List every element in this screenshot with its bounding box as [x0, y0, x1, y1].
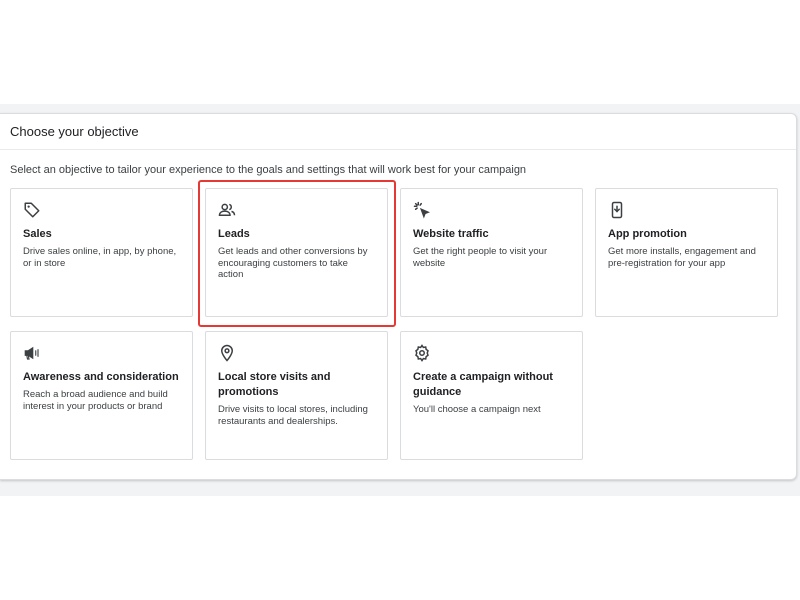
objective-card-no-guidance[interactable]: Create a campaign without guidance You'l… [400, 331, 583, 460]
cursor-click-icon [413, 201, 431, 219]
people-icon [218, 201, 236, 219]
objective-card-awareness[interactable]: Awareness and consideration Reach a broa… [10, 331, 193, 460]
phone-download-icon [608, 201, 626, 219]
objective-card-leads[interactable]: Leads Get leads and other conversions by… [205, 188, 388, 317]
objective-title: Local store visits and promotions [218, 371, 331, 398]
panel-title: Choose your objective [0, 114, 796, 150]
objective-description: Get more installs, engagement and pre-re… [608, 246, 756, 269]
objective-description: Get leads and other conversions by encou… [218, 246, 368, 280]
objective-title: Create a campaign without guidance [413, 371, 553, 398]
objective-title: Leads [218, 228, 250, 240]
objective-card-local-store[interactable]: Local store visits and promotions Drive … [205, 331, 388, 460]
objective-description: Drive visits to local stores, including … [218, 404, 368, 427]
objective-title: Website traffic [413, 228, 489, 240]
objective-description: Drive sales online, in app, by phone, or… [23, 246, 177, 269]
objective-card-app-promotion[interactable]: App promotion Get more installs, engagem… [595, 188, 778, 317]
objective-card-website-traffic[interactable]: Website traffic Get the right people to … [400, 188, 583, 317]
objective-title: App promotion [608, 228, 687, 240]
gear-icon [413, 344, 431, 362]
location-pin-icon [218, 344, 236, 362]
tag-icon [23, 201, 41, 219]
panel-subtitle: Select an objective to tailor your exper… [10, 164, 527, 176]
megaphone-icon [23, 344, 41, 362]
objective-title: Sales [23, 228, 52, 240]
objective-description: Reach a broad audience and build interes… [23, 389, 168, 412]
objective-title: Awareness and consideration [23, 371, 179, 383]
objective-description: Get the right people to visit your websi… [413, 246, 548, 269]
objective-description: You'll choose a campaign next [413, 404, 541, 415]
objective-card-sales[interactable]: Sales Drive sales online, in app, by pho… [10, 188, 193, 317]
